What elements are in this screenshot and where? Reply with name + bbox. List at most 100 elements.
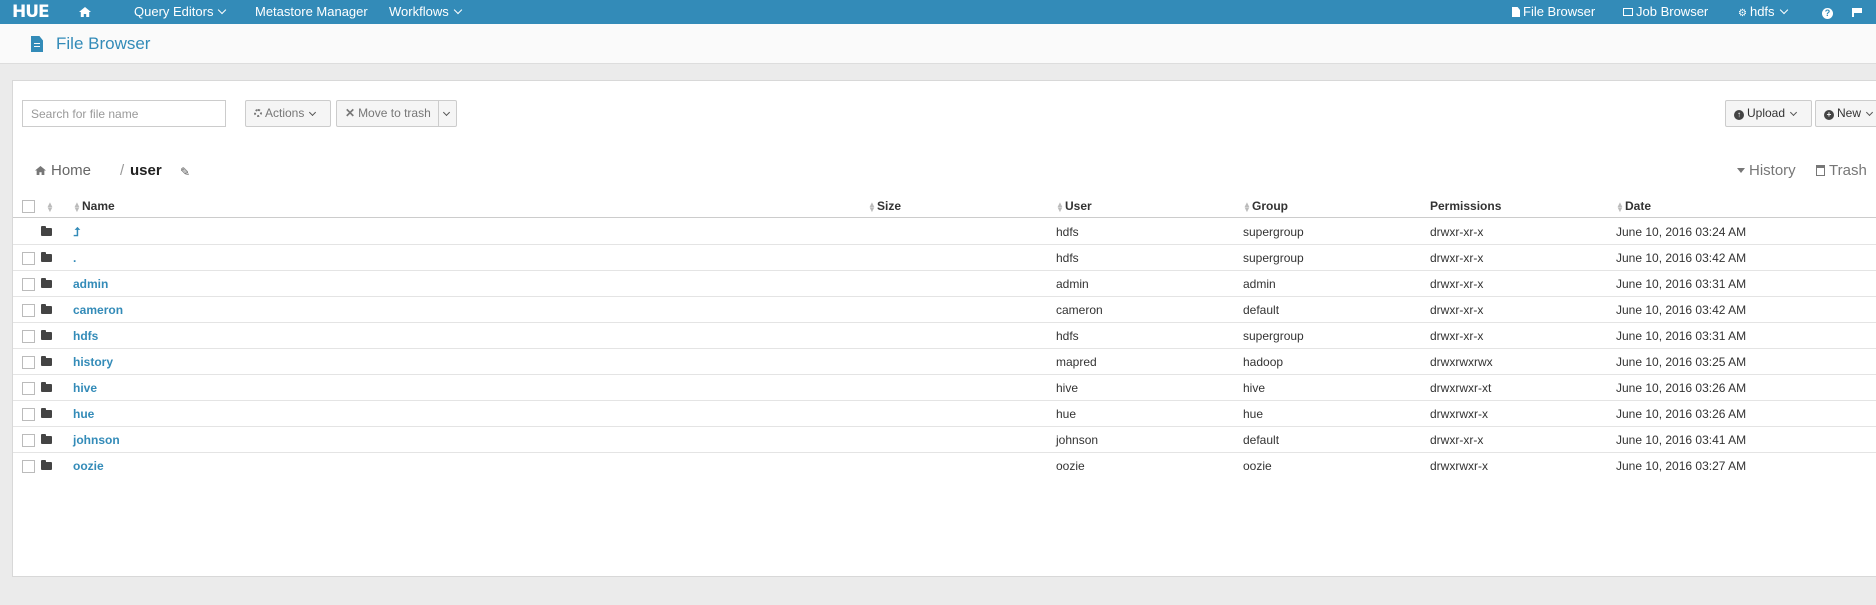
file-permissions: drwxr-xr-x bbox=[1430, 303, 1484, 317]
file-group: default bbox=[1243, 433, 1280, 447]
table-row[interactable]: hue hue hue drwxrwxr-x June 10, 2016 03:… bbox=[13, 401, 1876, 427]
file-permissions: drwxrwxr-x bbox=[1430, 459, 1488, 473]
search-input[interactable] bbox=[22, 100, 226, 127]
home-nav-icon[interactable] bbox=[79, 0, 91, 24]
row-checkbox[interactable] bbox=[22, 304, 35, 317]
pencil-icon[interactable]: ✎ bbox=[180, 165, 190, 179]
column-name[interactable]: Name bbox=[73, 194, 115, 218]
folder-icon bbox=[41, 408, 52, 418]
file-permissions: drwxrwxr-xt bbox=[1430, 381, 1492, 395]
file-name-link[interactable]: johnson bbox=[73, 427, 120, 453]
file-permissions: drwxrwxr-x bbox=[1430, 407, 1488, 421]
new-label: New bbox=[1837, 106, 1862, 120]
file-date: June 10, 2016 03:25 AM bbox=[1616, 355, 1747, 369]
breadcrumb-home-label: Home bbox=[51, 162, 92, 179]
file-name-link[interactable]: admin bbox=[73, 271, 108, 297]
list-icon bbox=[1623, 8, 1633, 16]
file-name-link[interactable]: oozie bbox=[73, 453, 104, 479]
file-user: hdfs bbox=[1056, 225, 1079, 239]
file-name-link[interactable]: ⮥ bbox=[73, 219, 80, 245]
table-row[interactable]: oozie oozie oozie drwxrwxr-x June 10, 20… bbox=[13, 453, 1876, 479]
workflows-label: Workflows bbox=[389, 4, 449, 19]
new-button[interactable]: + New bbox=[1815, 100, 1876, 127]
move-to-trash-dropdown[interactable] bbox=[438, 100, 457, 127]
logo-text: HUE bbox=[12, 2, 50, 22]
file-name-link[interactable]: history bbox=[73, 349, 113, 375]
job-browser-link[interactable]: Job Browser bbox=[1623, 0, 1708, 24]
upload-icon: ↑ bbox=[1734, 110, 1744, 120]
move-to-trash-button[interactable]: ✕ Move to trash bbox=[336, 100, 439, 127]
file-user: admin bbox=[1056, 277, 1089, 291]
actions-label: Actions bbox=[265, 106, 305, 120]
file-name-link[interactable]: cameron bbox=[73, 297, 123, 323]
user-menu[interactable]: ⚙ hdfs bbox=[1738, 0, 1788, 24]
row-checkbox[interactable] bbox=[22, 252, 35, 265]
actions-button[interactable]: Actions bbox=[245, 100, 331, 127]
file-name-link[interactable]: hdfs bbox=[73, 323, 98, 349]
workflows-menu[interactable]: Workflows bbox=[389, 0, 462, 24]
user-label: hdfs bbox=[1749, 4, 1775, 19]
query-editors-menu[interactable]: Query Editors bbox=[134, 0, 227, 24]
row-checkbox[interactable] bbox=[22, 278, 35, 291]
table-row[interactable]: hive hive hive drwxrwxr-xt June 10, 2016… bbox=[13, 375, 1876, 401]
file-browser-link[interactable]: File Browser bbox=[1512, 0, 1595, 24]
table-row[interactable]: hdfs hdfs supergroup drwxr-xr-x June 10,… bbox=[13, 323, 1876, 349]
file-group: default bbox=[1243, 303, 1280, 317]
metastore-manager-link[interactable]: Metastore Manager bbox=[255, 0, 368, 24]
column-size-label: Size bbox=[877, 199, 902, 213]
trash-icon bbox=[1816, 165, 1825, 176]
hue-logo[interactable]: HUE bbox=[12, 2, 50, 22]
sort-icon bbox=[1243, 202, 1249, 212]
type-sort[interactable] bbox=[46, 194, 55, 218]
row-checkbox[interactable] bbox=[22, 434, 35, 447]
upload-label: Upload bbox=[1747, 106, 1786, 120]
file-permissions: drwxr-xr-x bbox=[1430, 329, 1484, 343]
flag-icon[interactable] bbox=[1852, 0, 1862, 24]
file-group: hue bbox=[1243, 407, 1264, 421]
table-row[interactable]: history mapred hadoop drwxrwxrwx June 10… bbox=[13, 349, 1876, 375]
folder-icon bbox=[41, 382, 52, 392]
breadcrumb-separator: / bbox=[120, 162, 125, 179]
file-permissions: drwxr-xr-x bbox=[1430, 251, 1484, 265]
file-date: June 10, 2016 03:31 AM bbox=[1616, 277, 1747, 291]
sort-icon bbox=[73, 202, 79, 212]
caret-down-icon bbox=[1737, 168, 1745, 173]
row-checkbox[interactable] bbox=[22, 382, 35, 395]
row-checkbox[interactable] bbox=[22, 460, 35, 473]
file-icon bbox=[31, 36, 43, 52]
select-all-checkbox[interactable] bbox=[22, 200, 35, 213]
chevron-down-icon bbox=[218, 5, 227, 15]
row-checkbox[interactable] bbox=[22, 408, 35, 421]
help-icon[interactable]: ? bbox=[1822, 0, 1833, 24]
breadcrumb-home[interactable]: Home bbox=[35, 162, 91, 179]
history-link[interactable]: History bbox=[1737, 162, 1796, 179]
upload-button[interactable]: ↑ Upload bbox=[1725, 100, 1812, 127]
chevron-down-icon bbox=[1865, 108, 1874, 117]
column-permissions[interactable]: Permissions bbox=[1430, 194, 1501, 218]
column-size[interactable]: Size bbox=[868, 194, 901, 218]
column-date[interactable]: Date bbox=[1616, 194, 1651, 218]
breadcrumb-current[interactable]: user bbox=[130, 162, 162, 179]
history-label: History bbox=[1749, 162, 1796, 179]
column-user[interactable]: User bbox=[1056, 194, 1092, 218]
column-group[interactable]: Group bbox=[1243, 194, 1288, 218]
table-row[interactable]: . hdfs supergroup drwxr-xr-x June 10, 20… bbox=[13, 245, 1876, 271]
file-date: June 10, 2016 03:41 AM bbox=[1616, 433, 1747, 447]
table-row[interactable]: johnson johnson default drwxr-xr-x June … bbox=[13, 427, 1876, 453]
row-checkbox[interactable] bbox=[22, 330, 35, 343]
file-name-link[interactable]: hue bbox=[73, 401, 94, 427]
file-name-link[interactable]: hive bbox=[73, 375, 97, 401]
row-checkbox[interactable] bbox=[22, 356, 35, 369]
table-row[interactable]: admin admin admin drwxr-xr-x June 10, 20… bbox=[13, 271, 1876, 297]
file-date: June 10, 2016 03:24 AM bbox=[1616, 225, 1747, 239]
page-header: File Browser bbox=[0, 24, 1876, 64]
file-name-link[interactable]: . bbox=[73, 245, 76, 271]
table-row[interactable]: ⮥ hdfs supergroup drwxr-xr-x June 10, 20… bbox=[13, 219, 1876, 245]
folder-icon bbox=[41, 460, 52, 470]
help-glyph: ? bbox=[1822, 8, 1833, 19]
table-row[interactable]: cameron cameron default drwxr-xr-x June … bbox=[13, 297, 1876, 323]
file-user: hive bbox=[1056, 381, 1079, 395]
trash-link[interactable]: Trash bbox=[1816, 162, 1867, 179]
file-permissions: drwxr-xr-x bbox=[1430, 433, 1484, 447]
file-user: oozie bbox=[1056, 459, 1085, 473]
